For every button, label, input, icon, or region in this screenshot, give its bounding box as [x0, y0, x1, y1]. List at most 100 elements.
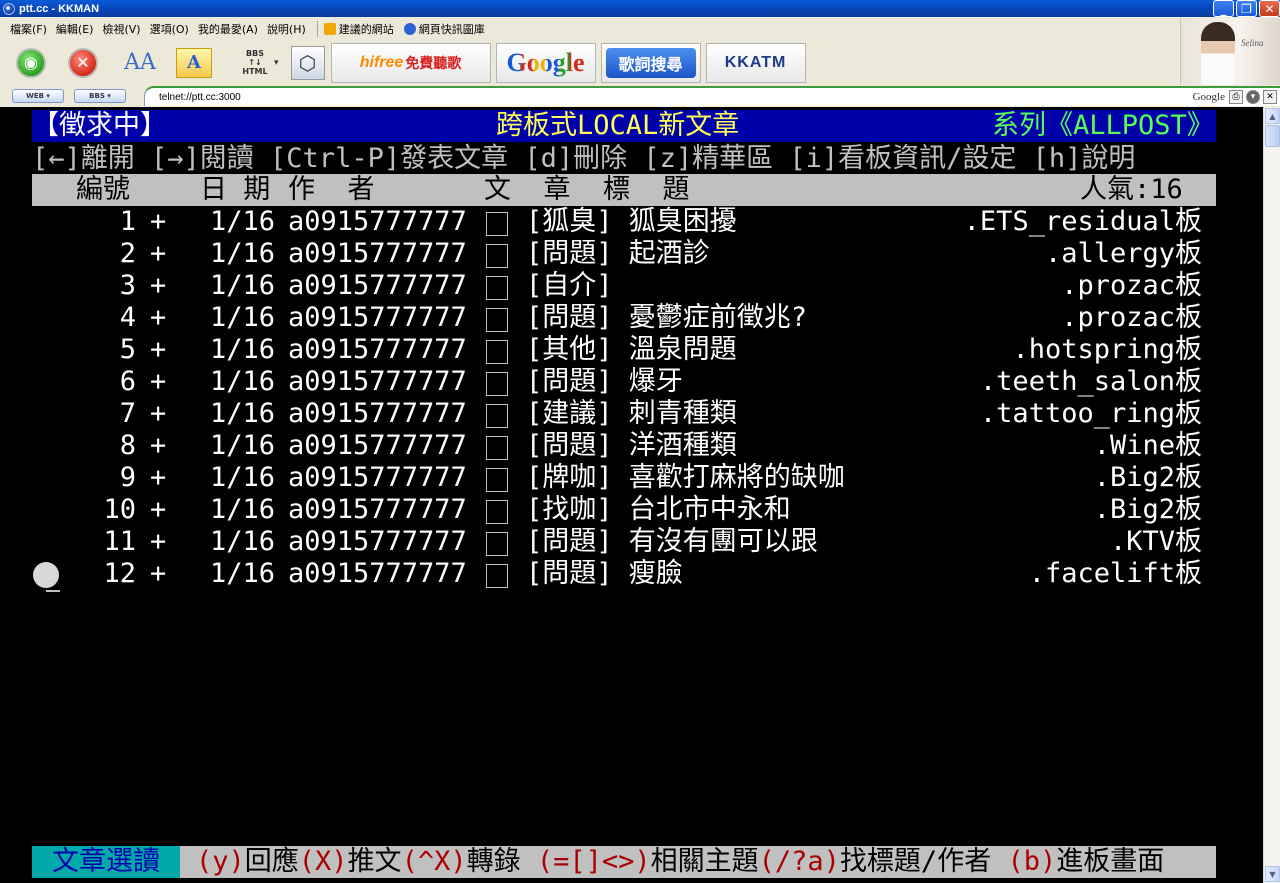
bbs-html-dropdown-icon[interactable]: ▾ — [274, 58, 279, 68]
article-board: .KTV板 — [1109, 526, 1202, 557]
scroll-up-button[interactable]: ▲ — [1265, 108, 1280, 124]
font-size-button[interactable]: AA — [118, 43, 162, 83]
address-input[interactable] — [145, 91, 1125, 103]
google-button[interactable]: Google — [495, 42, 596, 83]
bbs-html-button[interactable]: BBS ↑↓ HTML ▾ — [230, 43, 280, 83]
stop-button[interactable]: ✕ — [68, 43, 98, 83]
article-checkbox[interactable] — [486, 212, 508, 236]
menu-favorites[interactable]: 我的最愛(A) — [198, 21, 258, 37]
article-row[interactable]: 3 +1/16 a0915777777 [自介] .prozac板 — [32, 270, 1216, 302]
article-row[interactable]: 11 +1/16 a0915777777 [問題] 有沒有團可以跟 .KTV板 — [32, 526, 1216, 558]
article-checkbox[interactable] — [486, 276, 508, 300]
web-mode-button[interactable]: WEB ▾ — [12, 89, 64, 103]
article-author: a0915777777 — [288, 558, 467, 589]
font-size-icon: AA — [124, 50, 156, 75]
article-checkbox[interactable] — [486, 500, 508, 524]
article-author: a0915777777 — [288, 206, 467, 237]
hifree-music-button[interactable]: hifree 免費聽歌 — [330, 42, 491, 83]
article-mark: + — [150, 334, 167, 365]
article-number: 4 — [119, 302, 136, 333]
article-row[interactable]: 7 +1/16 a0915777777 [建議] 刺青種類 .tattoo_ring板 — [32, 398, 1216, 430]
article-board: .teeth_salon板 — [979, 366, 1202, 397]
search-engine-label[interactable]: Google — [1193, 91, 1225, 103]
article-row[interactable]: 4 +1/16 a0915777777 [問題] 憂鬱症前徵兆? .prozac板 — [32, 302, 1216, 334]
address-bar: WEB ▾ BBS ▾ Google ⎙ ▾ ✕ — [0, 85, 1280, 107]
bbs-html-line2: ↑↓ — [248, 58, 262, 67]
ad-banner[interactable]: Selina — [1180, 18, 1280, 85]
go-button[interactable]: ◉ — [16, 43, 46, 83]
column-header: 編號 日 期 作 者 文 章 標 題 人氣:16 — [32, 174, 1216, 206]
article-title: [其他] 溫泉問題 — [526, 334, 737, 365]
article-checkbox[interactable] — [486, 308, 508, 332]
article-mark: + — [150, 526, 167, 557]
article-row[interactable]: 10 +1/16 a0915777777 [找咖] 台北市中永和 .Big2板 — [32, 494, 1216, 526]
favorite-web-slice-gallery[interactable]: 網頁快訊圖庫 — [403, 21, 485, 37]
menu-options[interactable]: 選項(O) — [150, 21, 189, 37]
minimize-button[interactable]: _ — [1213, 0, 1234, 17]
selection-cursor — [33, 562, 59, 588]
article-mark: + — [150, 398, 167, 429]
article-checkbox[interactable] — [486, 404, 508, 428]
favorite-suggested-sites[interactable]: 建議的網站 — [323, 21, 394, 37]
font-style-button[interactable]: A — [176, 43, 212, 83]
article-row[interactable]: 8 +1/16 a0915777777 [問題] 洋酒種類 .Wine板 — [32, 430, 1216, 462]
article-title: [問題] 洋酒種類 — [526, 430, 737, 461]
ad-name: Selina — [1241, 38, 1264, 48]
article-row[interactable]: 9 +1/16 a0915777777 [牌咖] 喜歡打麻將的缺咖 .Big2板 — [32, 462, 1216, 494]
article-checkbox[interactable] — [486, 564, 508, 588]
article-title: [找咖] 台北市中永和 — [526, 494, 791, 525]
article-row[interactable]: 6 +1/16 a0915777777 [問題] 爆牙 .teeth_salon板 — [32, 366, 1216, 398]
kkatm-button[interactable]: KKATM — [705, 42, 806, 83]
menu-file[interactable]: 檔案(F) — [10, 21, 47, 37]
article-board: .prozac板 — [1061, 270, 1202, 301]
menu-edit[interactable]: 編輯(E) — [56, 21, 94, 37]
article-checkbox[interactable] — [486, 372, 508, 396]
article-checkbox[interactable] — [486, 340, 508, 364]
scroll-down-button[interactable]: ▼ — [1265, 866, 1280, 882]
search-dropdown-icon[interactable]: ▾ — [1246, 90, 1260, 104]
lyrics-search-button[interactable]: 歌詞搜尋 — [600, 42, 701, 83]
article-author: a0915777777 — [288, 526, 467, 557]
article-checkbox[interactable] — [486, 244, 508, 268]
article-board: .Big2板 — [1093, 462, 1202, 493]
col-number: 編號 — [76, 174, 130, 205]
article-row[interactable]: 5 +1/16 a0915777777 [其他] 溫泉問題 .hotspring板 — [32, 334, 1216, 366]
close-tab-icon[interactable]: ✕ — [1263, 90, 1277, 104]
article-author: a0915777777 — [288, 462, 467, 493]
article-row[interactable]: 12 +1/16 a0915777777 [問題] 瘦臉 .facelift板 — [32, 558, 1216, 590]
article-checkbox[interactable] — [486, 436, 508, 460]
header-left: 【徵求中】 — [32, 110, 167, 141]
article-date: 1/16 — [210, 238, 276, 269]
col-author: 作 者 — [288, 174, 375, 205]
bbs-html-icon: BBS ↑↓ HTML — [230, 49, 280, 76]
article-board: .tattoo_ring板 — [979, 398, 1202, 429]
bbs-terminal[interactable]: 【徵求中】 跨板式LOCAL新文章 系列《ALLPOST》 [←]離開 [→]閱… — [0, 107, 1263, 883]
vertical-scrollbar[interactable]: ▲ ▼ — [1263, 107, 1280, 883]
font-style-icon: A — [176, 47, 212, 78]
article-author: a0915777777 — [288, 334, 467, 365]
scroll-thumb[interactable] — [1265, 125, 1280, 147]
plugin-cube-button[interactable]: ⬡ — [290, 43, 325, 83]
article-title: [建議] 刺青種類 — [526, 398, 737, 429]
print-icon[interactable]: ⎙ — [1229, 90, 1243, 104]
status-key-label: 轉錄 — [466, 846, 537, 877]
article-checkbox[interactable] — [486, 532, 508, 556]
status-key-label: 進板畫面 — [1056, 846, 1165, 877]
go-icon: ◉ — [16, 47, 46, 78]
article-date: 1/16 — [210, 334, 276, 365]
article-checkbox[interactable] — [486, 468, 508, 492]
close-button[interactable]: ✕ — [1259, 0, 1280, 17]
article-date: 1/16 — [210, 302, 276, 333]
article-number: 1 — [119, 206, 136, 237]
bbs-html-line3: HTML — [242, 67, 268, 76]
article-date: 1/16 — [210, 270, 276, 301]
menu-view[interactable]: 檢視(V) — [102, 21, 140, 37]
article-row[interactable]: 2 +1/16 a0915777777 [問題] 起酒診 .allergy板 — [32, 238, 1216, 270]
article-author: a0915777777 — [288, 398, 467, 429]
article-row[interactable]: 1 +1/16 a0915777777 [狐臭] 狐臭困擾 .ETS_residual板 — [32, 206, 1216, 238]
board-header: 【徵求中】 跨板式LOCAL新文章 系列《ALLPOST》 — [32, 110, 1216, 142]
kkman-app-icon — [3, 2, 15, 15]
maximize-button[interactable]: ❐ — [1236, 0, 1257, 17]
bbs-mode-button[interactable]: BBS ▾ — [74, 89, 126, 103]
menu-help[interactable]: 說明(H) — [267, 21, 306, 37]
